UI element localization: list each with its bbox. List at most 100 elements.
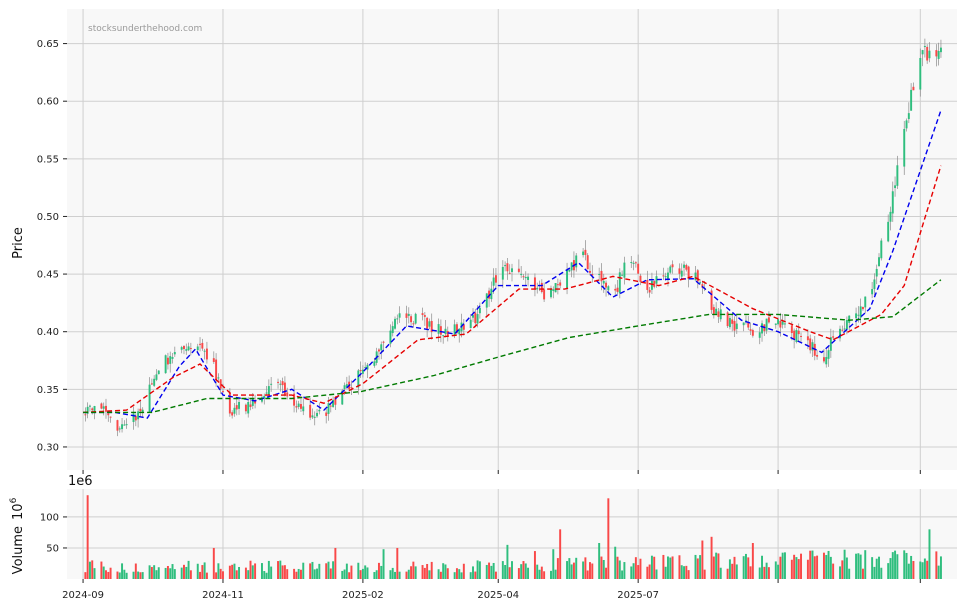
volume-bar — [286, 569, 289, 579]
candle-body — [297, 403, 300, 407]
volume-bar — [767, 567, 770, 579]
candle-body — [164, 355, 167, 374]
volume-bar — [699, 555, 702, 579]
volume-bar — [309, 563, 312, 579]
volume-bar — [511, 561, 513, 579]
candle-body — [806, 336, 809, 341]
volume-bar — [559, 529, 562, 579]
volume-bar — [598, 543, 601, 579]
volume-bar — [726, 568, 729, 579]
volume-bar — [490, 565, 493, 579]
volume-bar — [100, 561, 103, 579]
candle-body — [857, 314, 860, 316]
candle-body — [501, 266, 504, 280]
volume-bar — [605, 567, 608, 579]
watermark: stocksunderthehood.com — [88, 24, 202, 34]
volume-bar — [343, 569, 346, 579]
volume-bar — [389, 570, 392, 579]
volume-bar — [779, 556, 782, 579]
volume-bar — [116, 571, 119, 579]
volume-bar — [783, 552, 786, 579]
candle-body — [779, 320, 782, 328]
volume-bar — [683, 566, 686, 579]
price-tick-label: 0.60 — [37, 97, 59, 108]
candle-body — [749, 329, 752, 331]
volume-bar — [88, 561, 91, 579]
candle-body — [183, 345, 185, 350]
x-tick-label: 2024-09 — [62, 590, 104, 601]
candle-body — [132, 413, 135, 423]
candle-body — [905, 120, 908, 129]
candle-body — [299, 404, 302, 409]
volume-bar — [809, 550, 812, 579]
volume-bar — [763, 566, 766, 579]
candle-body — [171, 357, 174, 359]
volume-bar — [527, 567, 530, 579]
volume-bar — [183, 564, 185, 579]
volume-bar — [377, 562, 380, 579]
candle-body — [116, 420, 119, 431]
candle-body — [520, 273, 523, 276]
candle-body — [742, 322, 745, 326]
volume-bar — [91, 560, 94, 579]
volume-bar — [189, 570, 192, 579]
candle-body — [421, 313, 424, 316]
candle-body — [717, 311, 720, 317]
x-tick-label: 2025-04 — [477, 590, 519, 601]
volume-bar — [572, 562, 575, 579]
candle-body — [864, 296, 867, 308]
volume-bar — [313, 569, 316, 579]
volume-bar — [712, 556, 715, 579]
candle-body — [428, 321, 431, 327]
volume-bar — [469, 572, 472, 579]
price-tick-label: 0.45 — [37, 270, 59, 281]
candle-body — [118, 428, 121, 430]
volume-bar — [923, 558, 926, 579]
volume-bar — [267, 560, 270, 579]
volume-bar — [634, 557, 637, 579]
candle-body — [265, 392, 268, 394]
candle-body — [522, 276, 525, 278]
volume-bar — [394, 571, 396, 579]
candle-body — [767, 317, 770, 323]
candle-body — [671, 264, 674, 268]
volume-bar — [93, 568, 96, 579]
candle-body — [527, 276, 530, 280]
volume-bar — [251, 565, 254, 579]
candle-body — [125, 424, 128, 426]
volume-bar — [765, 562, 768, 579]
candle-body — [247, 401, 250, 414]
candle-body — [504, 265, 507, 267]
volume-bar — [795, 557, 798, 579]
candle-body — [623, 262, 626, 278]
candle-body — [394, 318, 396, 329]
volume-bar — [717, 553, 720, 579]
volume-bar — [166, 565, 169, 579]
volume-bar — [148, 565, 151, 579]
candle-body — [715, 308, 718, 314]
volume-bar — [694, 554, 697, 579]
x-tick-label: 2024-11 — [202, 590, 244, 601]
candle-body — [173, 352, 176, 355]
candle-body — [377, 349, 380, 352]
volume-bar — [935, 551, 938, 579]
volume-bar — [662, 554, 665, 579]
volume-bar — [639, 558, 642, 579]
volume-bar — [86, 495, 89, 579]
volume-bar — [719, 567, 722, 579]
volume-bar — [701, 540, 704, 579]
candle-body — [926, 46, 929, 61]
volume-bar — [859, 554, 862, 579]
volume-bar — [212, 547, 215, 579]
volume-bar — [793, 554, 796, 579]
volume-bar — [180, 567, 183, 579]
candle-body — [169, 356, 172, 364]
candle-body — [205, 348, 208, 360]
candle-body — [536, 287, 539, 290]
candle-body — [774, 323, 777, 325]
volume-bar — [428, 570, 431, 579]
volume-bar — [508, 567, 511, 579]
volume-bar — [222, 571, 224, 579]
volume-bar — [107, 571, 110, 579]
volume-bar — [254, 563, 257, 579]
